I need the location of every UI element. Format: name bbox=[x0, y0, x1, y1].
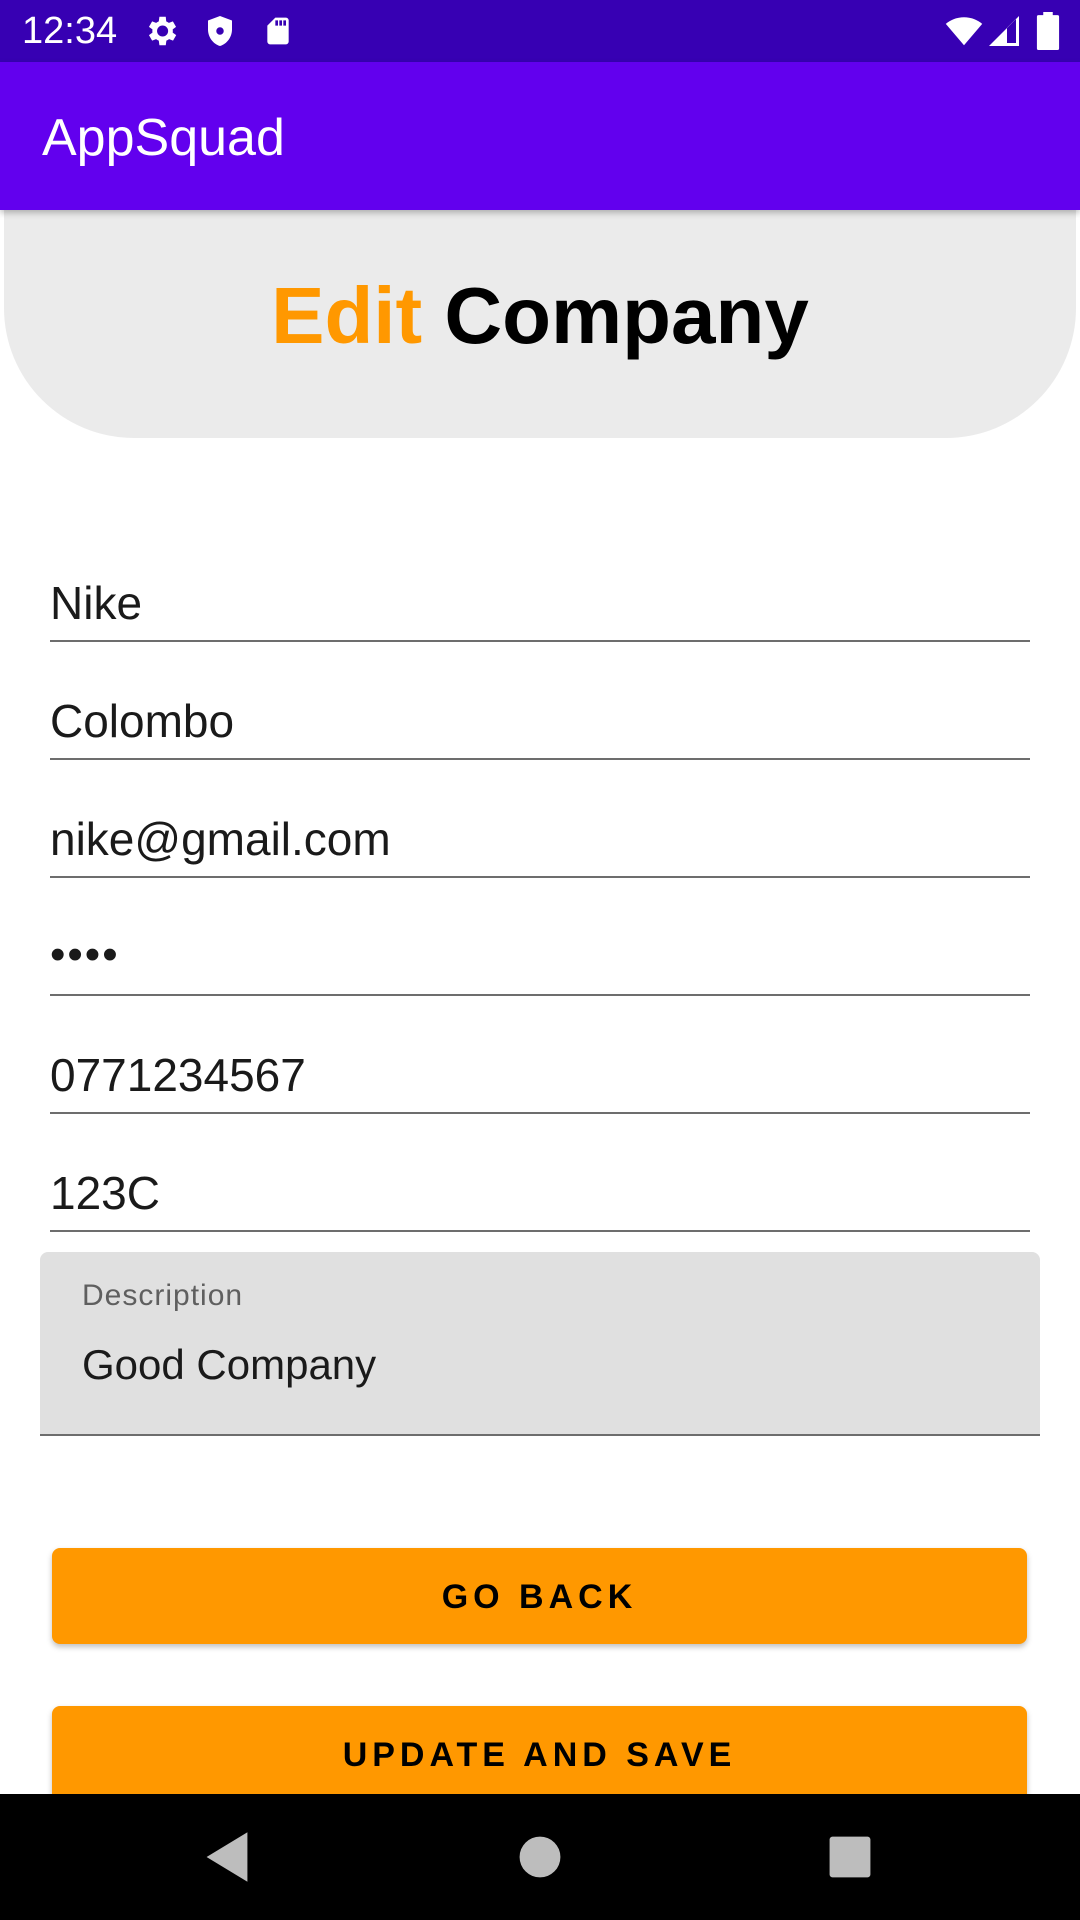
go-back-button[interactable]: GO BACK bbox=[52, 1548, 1027, 1644]
status-time: 12:34 bbox=[22, 10, 118, 52]
shield-icon bbox=[208, 16, 232, 46]
status-bar: 12:34 bbox=[0, 0, 1080, 62]
battery-icon bbox=[1036, 12, 1060, 50]
gear-icon bbox=[148, 16, 177, 46]
registration-number-field[interactable]: 123C bbox=[50, 1160, 1030, 1232]
description-field[interactable]: Description Good Company bbox=[40, 1252, 1040, 1436]
city-field[interactable]: Colombo bbox=[50, 688, 1030, 760]
password-value: •••• bbox=[50, 930, 120, 979]
email-value: nike@gmail.com bbox=[50, 813, 391, 865]
description-label: Description bbox=[82, 1279, 244, 1312]
password-field[interactable]: •••• bbox=[50, 924, 1030, 996]
app-bar: AppSquad bbox=[0, 62, 1080, 210]
page-title: Edit Company bbox=[4, 268, 1076, 364]
cell-signal-icon bbox=[989, 16, 1019, 46]
city-value: Colombo bbox=[50, 695, 235, 747]
app-title: AppSquad bbox=[42, 109, 285, 167]
company-name-field[interactable]: Nike bbox=[50, 570, 1030, 642]
description-value: Good Company bbox=[82, 1341, 377, 1388]
page-title-main: Company bbox=[444, 271, 809, 360]
company-name-value: Nike bbox=[50, 577, 143, 629]
header-card: Edit Company bbox=[4, 210, 1076, 438]
page-title-accent: Edit bbox=[271, 271, 423, 360]
home-icon[interactable] bbox=[505, 1822, 575, 1892]
screen: 12:34 AppSquad Edit Company Nike Colombo… bbox=[0, 0, 1080, 1920]
navigation-bar bbox=[0, 1794, 1080, 1920]
update-and-save-button[interactable]: UPDATE AND SAVE bbox=[52, 1706, 1027, 1802]
email-field[interactable]: nike@gmail.com bbox=[50, 806, 1030, 878]
recents-icon[interactable] bbox=[815, 1822, 885, 1892]
sd-card-icon bbox=[267, 17, 289, 45]
back-icon[interactable] bbox=[192, 1822, 262, 1892]
phone-field[interactable]: 0771234567 bbox=[50, 1042, 1030, 1114]
registration-number-value: 123C bbox=[50, 1167, 160, 1219]
phone-value: 0771234567 bbox=[50, 1049, 306, 1101]
wifi-icon bbox=[945, 17, 983, 46]
